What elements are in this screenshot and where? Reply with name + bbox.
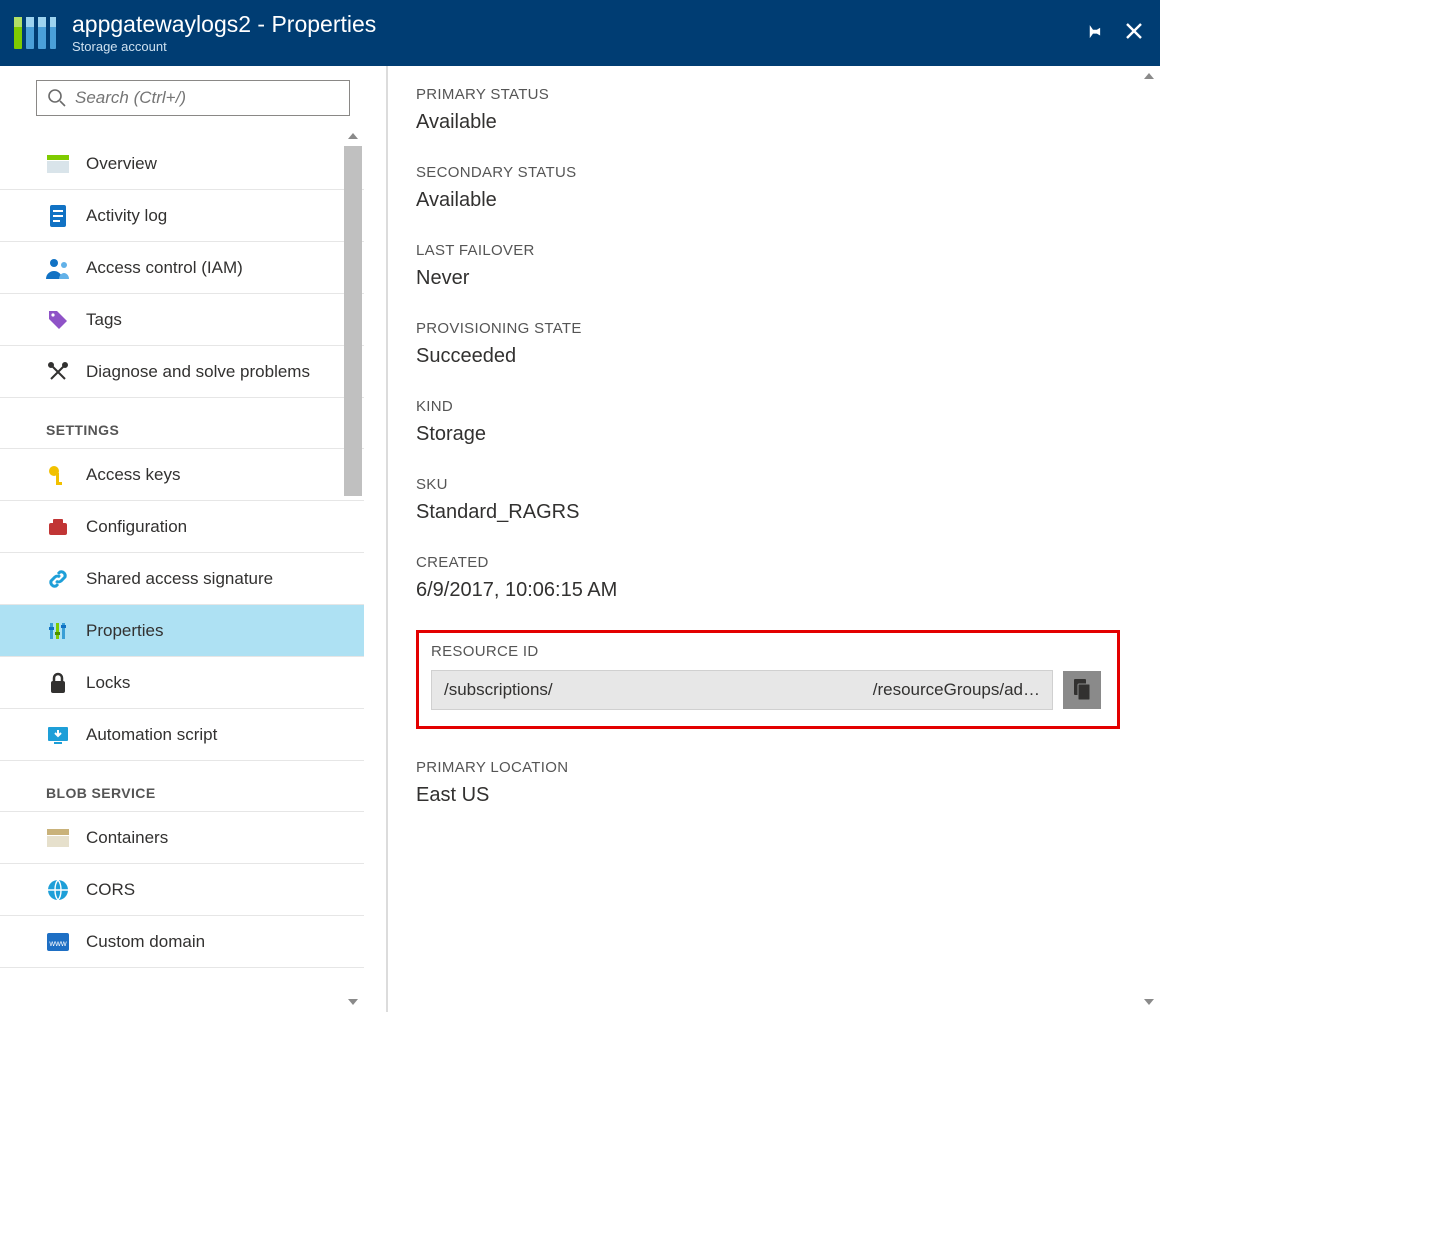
section-label-settings: SETTINGS bbox=[0, 398, 364, 449]
sidebar-item-label: Tags bbox=[86, 310, 122, 330]
scroll-down-icon[interactable] bbox=[1138, 992, 1160, 1012]
property-value: Never bbox=[416, 267, 1120, 290]
scroll-up-icon[interactable] bbox=[342, 126, 364, 146]
sidebar-item-activity-log[interactable]: Activity log bbox=[0, 190, 364, 242]
sidebar-item-containers[interactable]: Containers bbox=[0, 812, 364, 864]
property-label: CREATED bbox=[416, 554, 1120, 571]
property-kind: KIND Storage bbox=[416, 398, 1120, 446]
sidebar-item-overview[interactable]: Overview bbox=[0, 138, 364, 190]
sidebar-item-label: Locks bbox=[86, 673, 130, 693]
search-input[interactable] bbox=[67, 87, 339, 109]
property-label: PRIMARY LOCATION bbox=[416, 759, 1120, 776]
sidebar-item-label: Custom domain bbox=[86, 932, 205, 952]
property-sku: SKU Standard_RAGRS bbox=[416, 476, 1120, 524]
activity-log-icon bbox=[46, 204, 70, 228]
access-keys-icon bbox=[46, 463, 70, 487]
properties-icon bbox=[46, 619, 70, 643]
sas-icon bbox=[46, 567, 70, 591]
pin-button[interactable] bbox=[1082, 20, 1104, 47]
sidebar-item-configuration[interactable]: Configuration bbox=[0, 501, 364, 553]
sidebar-item-label: Containers bbox=[86, 828, 168, 848]
sidebar-item-diagnose[interactable]: Diagnose and solve problems bbox=[0, 346, 364, 398]
section-label-blob: BLOB SERVICE bbox=[0, 761, 364, 812]
sidebar-item-access-keys[interactable]: Access keys bbox=[0, 449, 364, 501]
sidebar-item-locks[interactable]: Locks bbox=[0, 657, 364, 709]
automation-icon bbox=[46, 723, 70, 747]
main-scrollbar[interactable] bbox=[1138, 66, 1160, 1012]
sidebar-item-label: Access control (IAM) bbox=[86, 258, 243, 278]
property-label: PRIMARY STATUS bbox=[416, 86, 1120, 103]
property-label: RESOURCE ID bbox=[431, 643, 1101, 660]
property-value: Succeeded bbox=[416, 345, 1120, 368]
property-label: SECONDARY STATUS bbox=[416, 164, 1120, 181]
property-label: SKU bbox=[416, 476, 1120, 493]
resource-id-value-right: /resourceGroups/ad… bbox=[873, 680, 1040, 700]
copy-icon bbox=[1072, 679, 1092, 701]
sidebar-item-label: Automation script bbox=[86, 725, 217, 745]
svg-text:www: www bbox=[48, 939, 67, 948]
property-label: KIND bbox=[416, 398, 1120, 415]
locks-icon bbox=[46, 671, 70, 695]
property-value: Available bbox=[416, 111, 1120, 134]
property-primary-status: PRIMARY STATUS Available bbox=[416, 86, 1120, 134]
property-value: Standard_RAGRS bbox=[416, 501, 1120, 524]
sidebar-item-label: Activity log bbox=[86, 206, 167, 226]
copy-button[interactable] bbox=[1063, 671, 1101, 709]
search-icon bbox=[47, 88, 67, 108]
cors-icon bbox=[46, 878, 70, 902]
sidebar-scrollbar[interactable] bbox=[342, 126, 364, 1012]
resource-id-field[interactable]: /subscriptions/ /resourceGroups/ad… bbox=[431, 670, 1053, 710]
sidebar-item-label: Shared access signature bbox=[86, 569, 273, 589]
sidebar-item-label: CORS bbox=[86, 880, 135, 900]
property-value: 6/9/2017, 10:06:15 AM bbox=[416, 579, 1120, 602]
property-primary-location: PRIMARY LOCATION East US bbox=[416, 759, 1120, 807]
sidebar-item-label: Overview bbox=[86, 154, 157, 174]
sidebar-item-properties[interactable]: Properties bbox=[0, 605, 364, 657]
storage-account-icon bbox=[10, 11, 58, 55]
sidebar-item-label: Configuration bbox=[86, 517, 187, 537]
scrollbar-thumb[interactable] bbox=[344, 146, 362, 496]
blade-header: appgatewaylogs2 - Properties Storage acc… bbox=[0, 0, 1160, 66]
resource-id-highlight: RESOURCE ID /subscriptions/ /resourceGro… bbox=[416, 630, 1120, 729]
sidebar-item-access-control[interactable]: Access control (IAM) bbox=[0, 242, 364, 294]
overview-icon bbox=[46, 152, 70, 176]
configuration-icon bbox=[46, 515, 70, 539]
custom-domain-icon: www bbox=[46, 930, 70, 954]
search-input-wrapper[interactable] bbox=[36, 80, 350, 116]
property-label: PROVISIONING STATE bbox=[416, 320, 1120, 337]
iam-icon bbox=[46, 256, 70, 280]
property-secondary-status: SECONDARY STATUS Available bbox=[416, 164, 1120, 212]
property-value: East US bbox=[416, 784, 1120, 807]
main-content: PRIMARY STATUS Available SECONDARY STATU… bbox=[388, 66, 1160, 1012]
blade-subtitle: Storage account bbox=[72, 39, 1082, 54]
property-value: Available bbox=[416, 189, 1120, 212]
property-provisioning-state: PROVISIONING STATE Succeeded bbox=[416, 320, 1120, 368]
close-button[interactable] bbox=[1124, 21, 1144, 46]
scroll-up-icon[interactable] bbox=[1138, 66, 1160, 86]
property-value: Storage bbox=[416, 423, 1120, 446]
property-last-failover: LAST FAILOVER Never bbox=[416, 242, 1120, 290]
sidebar-item-tags[interactable]: Tags bbox=[0, 294, 364, 346]
sidebar-item-automation[interactable]: Automation script bbox=[0, 709, 364, 761]
sidebar-item-label: Access keys bbox=[86, 465, 180, 485]
diagnose-icon bbox=[46, 360, 70, 384]
sidebar-item-custom-domain[interactable]: www Custom domain bbox=[0, 916, 364, 968]
property-created: CREATED 6/9/2017, 10:06:15 AM bbox=[416, 554, 1120, 602]
sidebar-item-sas[interactable]: Shared access signature bbox=[0, 553, 364, 605]
sidebar: Overview Activity log Access control (IA… bbox=[0, 66, 388, 1012]
tags-icon bbox=[46, 308, 70, 332]
sidebar-item-cors[interactable]: CORS bbox=[0, 864, 364, 916]
blade-title: appgatewaylogs2 - Properties bbox=[72, 12, 1082, 37]
scroll-down-icon[interactable] bbox=[342, 992, 364, 1012]
sidebar-item-label: Properties bbox=[86, 621, 163, 641]
resource-id-value-left: /subscriptions/ bbox=[444, 680, 553, 700]
property-label: LAST FAILOVER bbox=[416, 242, 1120, 259]
sidebar-item-label: Diagnose and solve problems bbox=[86, 362, 310, 382]
containers-icon bbox=[46, 826, 70, 850]
